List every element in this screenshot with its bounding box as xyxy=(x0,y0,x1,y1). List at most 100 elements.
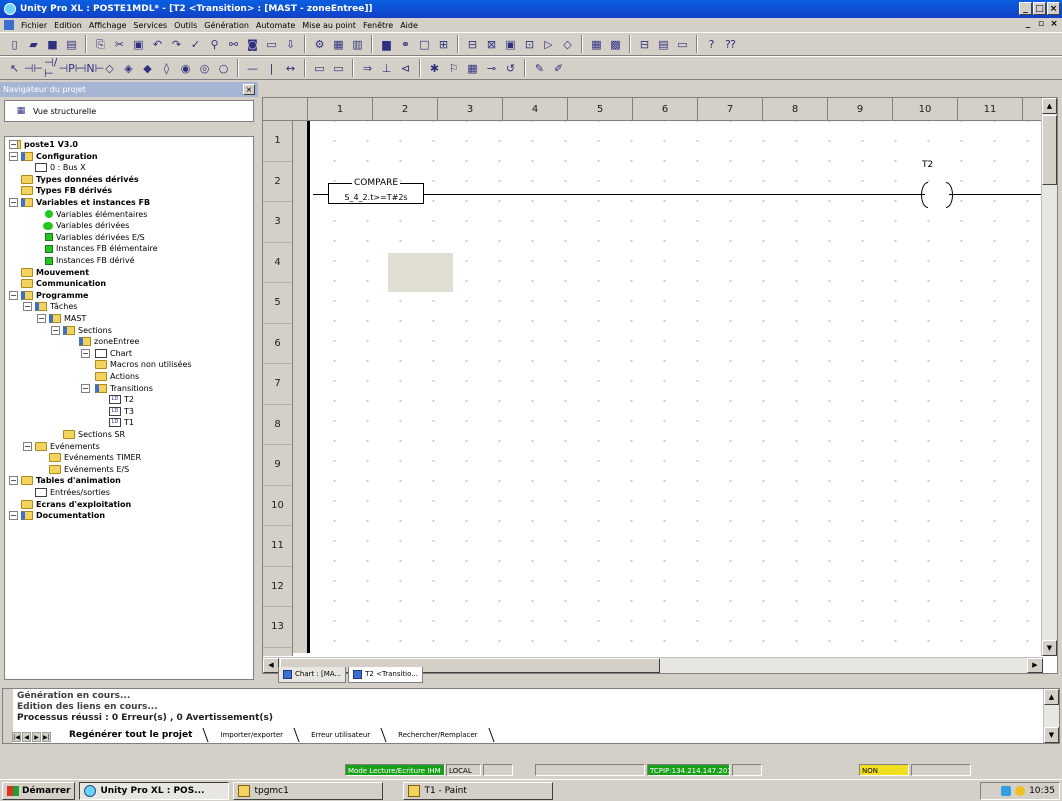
tree-expander[interactable]: − xyxy=(9,476,18,486)
tab-chart[interactable]: Chart : [MA... xyxy=(278,667,347,683)
tree-node[interactable]: Types données dérivés xyxy=(21,174,139,185)
tree-node[interactable]: Sections SR xyxy=(63,429,125,440)
tree-node[interactable]: Instances FB dérivé xyxy=(43,255,135,266)
tab-t2-transition[interactable]: T2 <Transitio... xyxy=(348,667,423,683)
output-scroll-down[interactable]: ▼ xyxy=(1044,727,1059,743)
menu-edition[interactable]: Edition xyxy=(54,21,82,30)
tab-first-button[interactable]: |◀ xyxy=(12,732,21,742)
row-header-cell[interactable]: 5 xyxy=(263,283,292,324)
row-header-cell[interactable]: 12 xyxy=(263,567,292,607)
tree-expander[interactable]: − xyxy=(81,348,90,358)
column-header-cell[interactable]: 3 xyxy=(438,98,503,120)
build-icon[interactable]: ▦ xyxy=(330,36,347,53)
link-icon[interactable]: ↔ xyxy=(282,60,299,77)
menu-fenetre[interactable]: Fenêtre xyxy=(363,21,393,30)
jump-icon[interactable]: ⇒ xyxy=(359,60,376,77)
tab-find-replace[interactable]: Rechercher/Remplacer xyxy=(384,728,491,742)
coil-halt-icon[interactable]: ○ xyxy=(215,60,232,77)
tree-node[interactable]: zoneEntree xyxy=(79,336,139,347)
monitor-icon[interactable]: ▆ xyxy=(378,36,395,53)
column-header-cell[interactable]: 4 xyxy=(503,98,568,120)
tab-user-error[interactable]: Erreur utilisateur xyxy=(297,728,384,742)
new-icon[interactable]: ▯ xyxy=(6,36,23,53)
screen-icon[interactable]: ▩ xyxy=(607,36,624,53)
tree-node[interactable]: Evénements E/S xyxy=(49,464,129,475)
tree-node[interactable]: Evénements TIMER xyxy=(49,452,141,463)
table-icon[interactable]: ⊞ xyxy=(435,36,452,53)
row-header-cell[interactable]: 10 xyxy=(263,486,292,526)
split-icon[interactable]: ⊟ xyxy=(636,36,653,53)
tree-node[interactable]: Variables dérivées E/S xyxy=(43,232,145,243)
tree-node[interactable]: LD T3 xyxy=(109,406,134,417)
connect-pin-icon[interactable]: ⊸ xyxy=(483,60,500,77)
maximize-button[interactable]: □ xyxy=(1033,2,1046,15)
tree-expander[interactable]: − xyxy=(9,140,18,149)
analyze-icon[interactable]: ⚙ xyxy=(311,36,328,53)
column-header-cell[interactable]: 1 xyxy=(308,98,373,120)
output-scrollbar[interactable]: ▲ ▼ xyxy=(1043,689,1059,743)
contact-no-icon[interactable]: ⊣⊢ xyxy=(24,60,43,77)
coil-neg-icon[interactable]: ◈ xyxy=(120,60,137,77)
start-button[interactable]: Démarrer xyxy=(2,781,76,800)
save-icon[interactable]: ■ xyxy=(44,36,61,53)
animation-table-icon[interactable]: ▦ xyxy=(588,36,605,53)
context-help-icon[interactable]: ⁇ xyxy=(722,36,739,53)
network-icon[interactable] xyxy=(1001,786,1012,796)
paste-icon[interactable]: ▣ xyxy=(130,36,147,53)
ladder-editor[interactable]: 1 2 3 4 5 6 7 8 9 10 11 1 2 3 4 5 6 7 8 9 10 11 12 13 COMPARE … xyxy=(262,97,1058,674)
disconnect-icon[interactable]: ⊠ xyxy=(483,36,500,53)
window-icon[interactable]: ▭ xyxy=(263,36,280,53)
tree-node[interactable]: Ecrans d'exploitation xyxy=(21,499,131,510)
scroll-up-button[interactable]: ▲ xyxy=(1042,98,1057,114)
row-header-cell[interactable]: 2 xyxy=(263,162,292,202)
row-header-cell[interactable]: 8 xyxy=(263,405,292,445)
open-icon[interactable]: ▰ xyxy=(25,36,42,53)
menu-automate[interactable]: Automate xyxy=(256,21,295,30)
label-icon[interactable]: ⊥ xyxy=(378,60,395,77)
tree-node[interactable]: LD T1 xyxy=(109,417,134,428)
assistant-icon[interactable]: ⚐ xyxy=(445,60,462,77)
row-header-cell[interactable]: 3 xyxy=(263,202,292,243)
compare-block-icon[interactable]: ▭ xyxy=(330,60,347,77)
tree-node[interactable]: poste1 V3.0 xyxy=(9,139,78,150)
tree-node[interactable]: Chart xyxy=(95,348,132,359)
structural-view-selector[interactable]: ▦ Vue structurelle xyxy=(4,100,254,122)
coil-set-icon[interactable]: ◆ xyxy=(139,60,156,77)
tree-node[interactable]: Variables et instances FB xyxy=(21,197,150,208)
contact-n-icon[interactable]: ⊣N⊢ xyxy=(77,60,104,77)
export-icon[interactable]: ⇩ xyxy=(282,36,299,53)
tree-node[interactable]: Variables dérivées xyxy=(43,220,129,231)
tree-expander[interactable]: − xyxy=(9,198,18,207)
select-pointer-icon[interactable]: ↖ xyxy=(6,60,23,77)
row-header-cell[interactable]: 6 xyxy=(263,324,292,364)
tree-node[interactable]: Tables d'animation xyxy=(21,475,121,486)
tree-node[interactable]: Mouvement xyxy=(21,267,89,278)
replace-icon[interactable]: ⚯ xyxy=(225,36,242,53)
tab-import-export[interactable]: Importer/exporter xyxy=(206,728,297,742)
coil-reset-icon[interactable]: ◊ xyxy=(158,60,175,77)
binoculars-icon[interactable]: ⚭ xyxy=(397,36,414,53)
frame-icon[interactable]: □ xyxy=(416,36,433,53)
vertical-scroll-thumb[interactable] xyxy=(1042,115,1057,185)
coil-p-icon[interactable]: ◉ xyxy=(177,60,194,77)
row-header-cell[interactable]: 13 xyxy=(263,607,292,648)
column-header-cell[interactable]: 6 xyxy=(633,98,698,120)
project-tree[interactable]: poste1 V3.0 Configuration 0 : Bus X Types d… xyxy=(4,136,254,680)
tree-node[interactable]: MAST xyxy=(49,313,86,324)
stop-icon[interactable]: ◇ xyxy=(559,36,576,53)
menu-mise-au-point[interactable]: Mise au point xyxy=(302,21,356,30)
tree-node[interactable]: Documentation xyxy=(21,510,105,521)
tree-node[interactable]: Configuration xyxy=(21,151,98,162)
cut-icon[interactable]: ✂ xyxy=(111,36,128,53)
tree-node[interactable]: Types FB dérivés xyxy=(21,185,112,196)
redo-icon[interactable]: ↷ xyxy=(168,36,185,53)
tree-expander[interactable]: − xyxy=(37,314,46,323)
scroll-right-button[interactable]: ▶ xyxy=(1027,658,1043,673)
compare-block[interactable]: COMPARE S_4_2.t>=T#2s xyxy=(328,178,424,204)
return-icon[interactable]: ⊲ xyxy=(397,60,414,77)
taskbar-item-folder[interactable]: tpgmc1 xyxy=(233,781,384,800)
tree-node[interactable]: Variables élémentaires xyxy=(43,209,147,220)
scroll-left-button[interactable]: ◀ xyxy=(263,658,279,673)
feedback-icon[interactable]: ↺ xyxy=(502,60,519,77)
tree-node[interactable]: Macros non utilisées xyxy=(95,359,192,370)
